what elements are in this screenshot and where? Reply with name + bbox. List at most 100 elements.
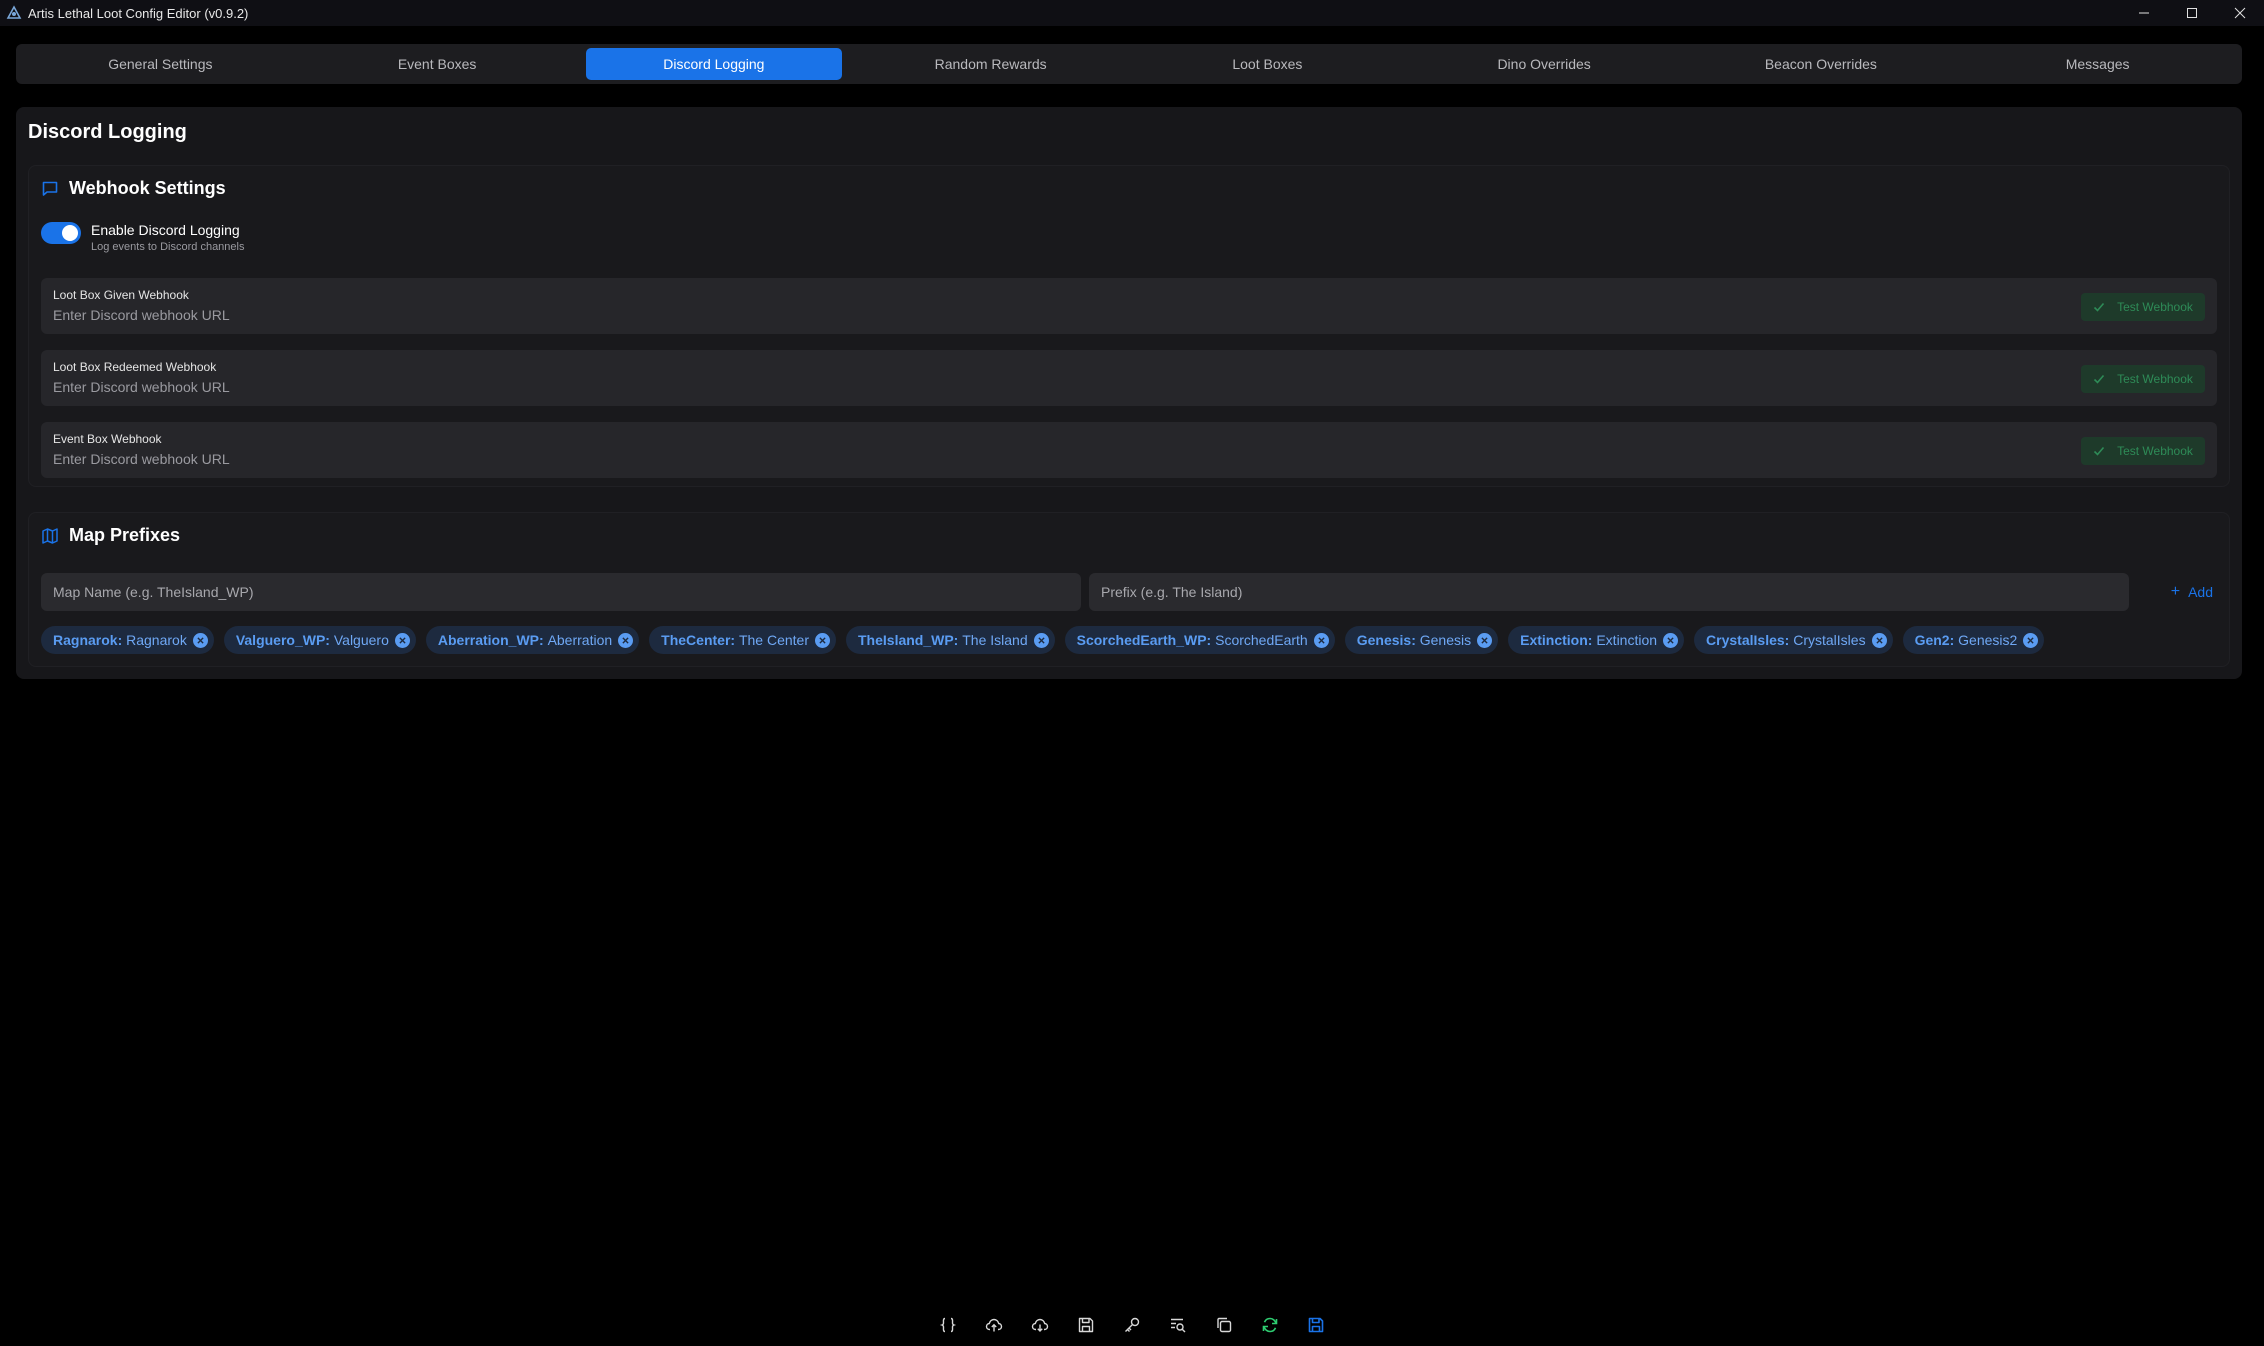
chip-value: The Center bbox=[738, 632, 809, 648]
event-box-webhook-input[interactable] bbox=[53, 449, 1653, 469]
page-title: Discord Logging bbox=[28, 121, 187, 143]
test-webhook-label: Test Webhook bbox=[2117, 444, 2193, 458]
check-icon bbox=[2094, 374, 2105, 384]
maximize-button[interactable] bbox=[2168, 0, 2216, 26]
map-prefix-chip: Ragnarok: Ragnarok bbox=[41, 626, 214, 654]
toggle-knob bbox=[62, 225, 78, 241]
chip-value: Ragnarok bbox=[126, 632, 187, 648]
discord-logging-toggle-row: Enable Discord Logging Log events to Dis… bbox=[41, 222, 244, 253]
tab-messages[interactable]: Messages bbox=[1969, 48, 2226, 80]
enable-discord-logging-toggle[interactable] bbox=[41, 222, 81, 244]
close-icon bbox=[1875, 636, 1883, 644]
bottom-toolbar bbox=[0, 1310, 2264, 1340]
upload-button[interactable] bbox=[975, 1310, 1013, 1340]
remove-chip-button[interactable] bbox=[618, 632, 634, 648]
close-icon bbox=[1318, 636, 1325, 644]
close-icon bbox=[2027, 636, 2034, 644]
remove-chip-button[interactable] bbox=[1313, 632, 1329, 648]
webhook-label: Loot Box Redeemed Webhook bbox=[53, 360, 217, 374]
download-button[interactable] bbox=[1021, 1310, 1059, 1340]
test-webhook-button[interactable]: Test Webhook bbox=[2081, 365, 2205, 393]
refresh-button[interactable] bbox=[1251, 1310, 1289, 1340]
chip-key: TheIsland_WP: bbox=[858, 632, 959, 648]
remove-chip-button[interactable] bbox=[1871, 632, 1887, 648]
chip-value: Extinction bbox=[1596, 632, 1658, 648]
close-icon bbox=[819, 636, 826, 644]
save-icon bbox=[1308, 1317, 1324, 1333]
test-webhook-label: Test Webhook bbox=[2117, 300, 2193, 314]
close-icon bbox=[622, 636, 629, 644]
chip-value: ScorchedEarth bbox=[1215, 632, 1308, 648]
map-prefixes-section: Map Prefixes + Add Ragnarok: Ragnarok Va… bbox=[28, 512, 2230, 667]
remove-chip-button[interactable] bbox=[1477, 632, 1493, 648]
close-icon bbox=[1038, 636, 1045, 644]
chip-key: Ragnarok: bbox=[53, 632, 123, 648]
chip-key: Gen2: bbox=[1914, 632, 1955, 648]
copy-button[interactable] bbox=[1205, 1310, 1243, 1340]
loot-box-redeemed-webhook-input[interactable] bbox=[53, 377, 1653, 397]
search-list-button[interactable] bbox=[1159, 1310, 1197, 1340]
add-map-prefix-button[interactable]: + Add bbox=[2171, 579, 2213, 605]
save-button[interactable] bbox=[1297, 1310, 1335, 1340]
toggle-label: Enable Discord Logging bbox=[91, 222, 240, 238]
map-prefix-chip: CrystalIsles: CrystalIsles bbox=[1694, 626, 1893, 654]
map-prefix-chip: TheCenter: The Center bbox=[649, 626, 836, 654]
search-list-icon bbox=[1171, 1318, 1186, 1333]
tab-general-settings[interactable]: General Settings bbox=[32, 48, 289, 80]
save-file-button[interactable] bbox=[1067, 1310, 1105, 1340]
tab-dino-overrides[interactable]: Dino Overrides bbox=[1416, 48, 1673, 80]
close-button[interactable] bbox=[2216, 0, 2264, 26]
save-file-icon bbox=[1078, 1317, 1094, 1333]
test-webhook-button[interactable]: Test Webhook bbox=[2081, 293, 2205, 321]
key-button[interactable] bbox=[1113, 1310, 1151, 1340]
remove-chip-button[interactable] bbox=[1663, 632, 1679, 648]
tab-event-boxes[interactable]: Event Boxes bbox=[309, 48, 566, 80]
json-view-button[interactable] bbox=[929, 1310, 967, 1340]
close-icon bbox=[1667, 636, 1674, 644]
map-prefix-chip: TheIsland_WP: The Island bbox=[846, 626, 1055, 654]
tab-random-rewards[interactable]: Random Rewards bbox=[862, 48, 1119, 80]
webhook-settings-section: Webhook Settings Enable Discord Logging … bbox=[28, 165, 2230, 487]
chip-key: Valguero_WP: bbox=[235, 632, 330, 648]
plus-icon: + bbox=[2170, 583, 2181, 600]
loot-box-given-webhook-input[interactable] bbox=[53, 305, 1653, 325]
map-prefix-chip: Extinction: Extinction bbox=[1508, 626, 1685, 654]
map-prefix-chip: Gen2: Genesis2 bbox=[1902, 626, 2045, 654]
map-prefix-chip: Valguero_WP: Valguero bbox=[223, 626, 416, 654]
check-icon bbox=[2094, 446, 2105, 456]
tab-bar: General Settings Event Boxes Discord Log… bbox=[16, 44, 2242, 84]
tab-beacon-overrides[interactable]: Beacon Overrides bbox=[1693, 48, 1950, 80]
chip-key: Aberration_WP: bbox=[437, 632, 544, 648]
message-square-icon bbox=[42, 181, 58, 196]
remove-chip-button[interactable] bbox=[1033, 632, 1049, 648]
prefix-input[interactable] bbox=[1089, 573, 2129, 611]
map-prefixes-header: Map Prefixes bbox=[41, 525, 180, 546]
minimize-icon bbox=[2139, 12, 2149, 14]
toggle-description: Log events to Discord channels bbox=[91, 241, 245, 253]
map-prefix-chip: Aberration_WP: Aberration bbox=[425, 626, 640, 654]
webhook-label: Event Box Webhook bbox=[53, 432, 162, 446]
map-name-input[interactable] bbox=[41, 573, 1081, 611]
title-bar: Artis Lethal Loot Config Editor (v0.9.2) bbox=[0, 0, 2264, 26]
minimize-button[interactable] bbox=[2120, 0, 2168, 26]
chip-value: Aberration bbox=[547, 632, 613, 648]
maximize-icon bbox=[2187, 8, 2197, 18]
remove-chip-button[interactable] bbox=[192, 632, 208, 648]
chip-value: CrystalIsles bbox=[1793, 632, 1866, 648]
tab-loot-boxes[interactable]: Loot Boxes bbox=[1139, 48, 1396, 80]
remove-chip-button[interactable] bbox=[2023, 632, 2039, 648]
webhook-label: Loot Box Given Webhook bbox=[53, 288, 189, 302]
main-panel: Discord Logging Webhook Settings Enable … bbox=[16, 107, 2242, 679]
event-box-webhook-row: Event Box Webhook Test Webhook bbox=[41, 422, 2217, 478]
map-prefix-chip: ScorchedEarth_WP: ScorchedEarth bbox=[1064, 626, 1335, 654]
check-icon bbox=[2094, 302, 2105, 312]
map-icon bbox=[42, 527, 58, 544]
app-icon bbox=[6, 5, 22, 19]
chip-key: Genesis: bbox=[1356, 632, 1416, 648]
key-icon bbox=[1125, 1317, 1140, 1332]
tab-discord-logging[interactable]: Discord Logging bbox=[585, 48, 843, 80]
remove-chip-button[interactable] bbox=[394, 632, 410, 648]
remove-chip-button[interactable] bbox=[815, 632, 830, 648]
test-webhook-button[interactable]: Test Webhook bbox=[2081, 437, 2205, 465]
loot-box-given-webhook-row: Loot Box Given Webhook Test Webhook bbox=[41, 278, 2217, 334]
